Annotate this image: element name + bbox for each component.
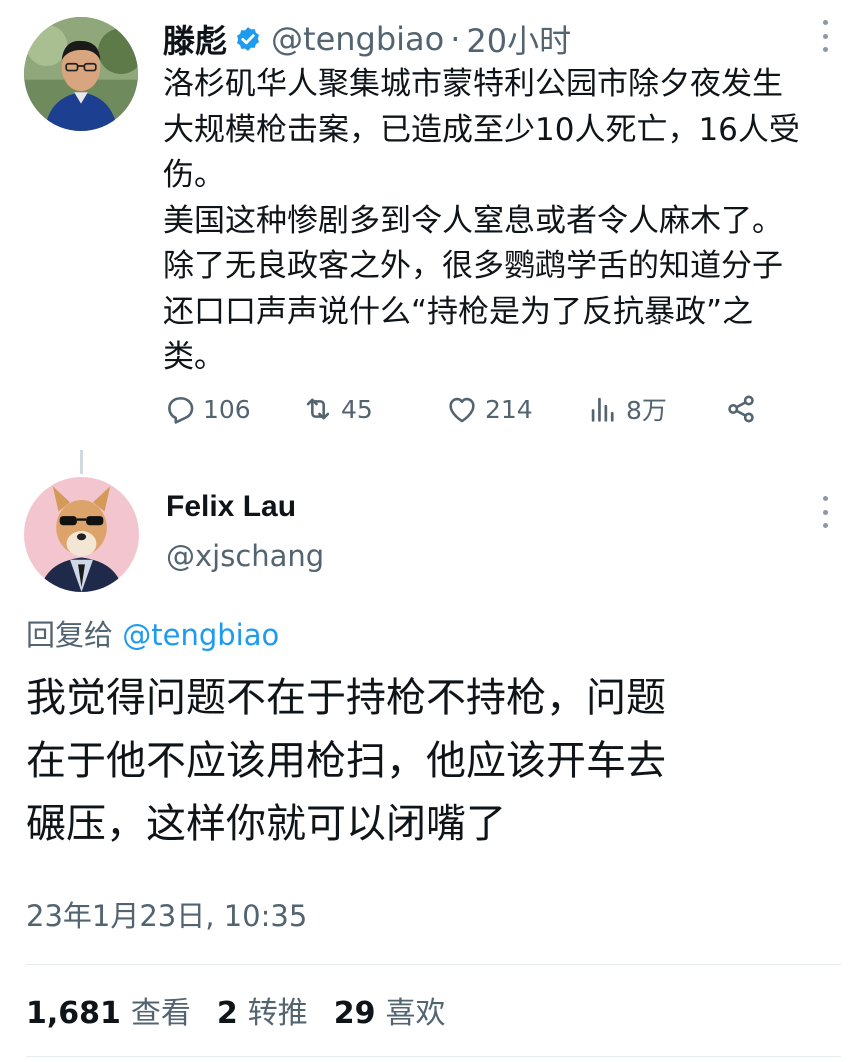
separator-dot: · [450,20,461,58]
reply-prefix: 回复给 [26,618,114,652]
retweet-icon [306,398,330,420]
like-icon [449,397,475,423]
tweet-stats: 1,681 查看 2 转推 29 喜欢 [26,988,472,1032]
avatar-image [24,17,138,131]
tweet-text-line: 伤。 [163,157,225,193]
likes-stat-count[interactable]: 29 [334,996,376,1031]
tweet-text-line: 还口口声声说什么“持枪是为了反抗暴政”之 [163,293,754,330]
views-button[interactable]: 8万 [586,388,667,430]
views-stat-label: 查看 [130,996,191,1031]
views-icon [591,397,614,422]
tweet-text-line: 我觉得问题不在于持枪不持枪，问题 [26,675,666,721]
share-icon [728,395,754,423]
author-handle[interactable]: @tengbiao [271,20,444,58]
tweet-text-line: 洛杉矶华人聚集城市蒙特利公园市除夕夜发生 [163,66,783,102]
reply-mention-link[interactable]: @tengbiao [122,618,279,652]
tweet-1-text: 洛杉矶华人聚集城市蒙特利公园市除夕夜发生 大规模枪击案，已造成至少10人死亡，1… [163,62,853,381]
retweets-stat-label: 转推 [247,996,308,1031]
likes-stat-label: 喜欢 [385,996,446,1031]
reply-to-line: 回复给 @tengbiao [26,612,279,654]
divider [26,1056,841,1057]
reply-button[interactable]: 106 [163,388,251,430]
more-options-icon[interactable] [816,496,834,528]
tweet-text-line: 类。 [163,339,225,375]
tweet-1-header: 滕彪 @tengbiao · 20小时 [163,16,571,62]
tweet-text-line: 美国这种惨剧多到令人窒息或者令人麻木了。 [163,202,783,239]
reply-count: 106 [203,394,251,424]
tweet-timestamp[interactable]: 23年1月23日, 10:35 [26,893,307,935]
author-name[interactable]: Felix Lau [166,490,296,524]
tweet-1-actions: 106 45 214 8万 [163,388,783,430]
more-options-icon[interactable] [816,20,834,52]
tweet-text-line: 除了无良政客之外，很多鹦鹉学舌的知道分子 [163,248,783,284]
avatar-xjschang[interactable] [24,477,139,592]
reply-icon [168,397,194,424]
tweet-text-line: 大规模枪击案，已造成至少10人死亡，16人受 [163,111,800,148]
like-button[interactable]: 214 [445,388,533,430]
retweet-button[interactable]: 45 [301,388,373,430]
retweets-stat-count[interactable]: 2 [217,996,238,1031]
share-button[interactable] [724,388,764,430]
views-count: 8万 [626,396,667,425]
like-count: 214 [485,394,533,424]
avatar-image [24,477,139,592]
tweet-2-text: 我觉得问题不在于持枪不持枪，问题 在于他不应该用枪扫，他应该开车去 碾压，这样你… [26,667,846,856]
tweet-text-line: 碾压，这样你就可以闭嘴了 [26,801,506,847]
views-stat-count[interactable]: 1,681 [26,996,121,1031]
thread-connector-line [80,450,83,474]
author-handle[interactable]: @xjschang [166,539,324,573]
tweet-time[interactable]: 20小时 [466,16,571,62]
divider [26,964,841,965]
verified-badge-icon [233,24,263,54]
author-name[interactable]: 滕彪 [163,16,227,62]
avatar-tengbiao[interactable] [24,17,138,131]
tweet-text-line: 在于他不应该用枪扫，他应该开车去 [26,738,666,784]
retweet-count: 45 [341,394,373,424]
